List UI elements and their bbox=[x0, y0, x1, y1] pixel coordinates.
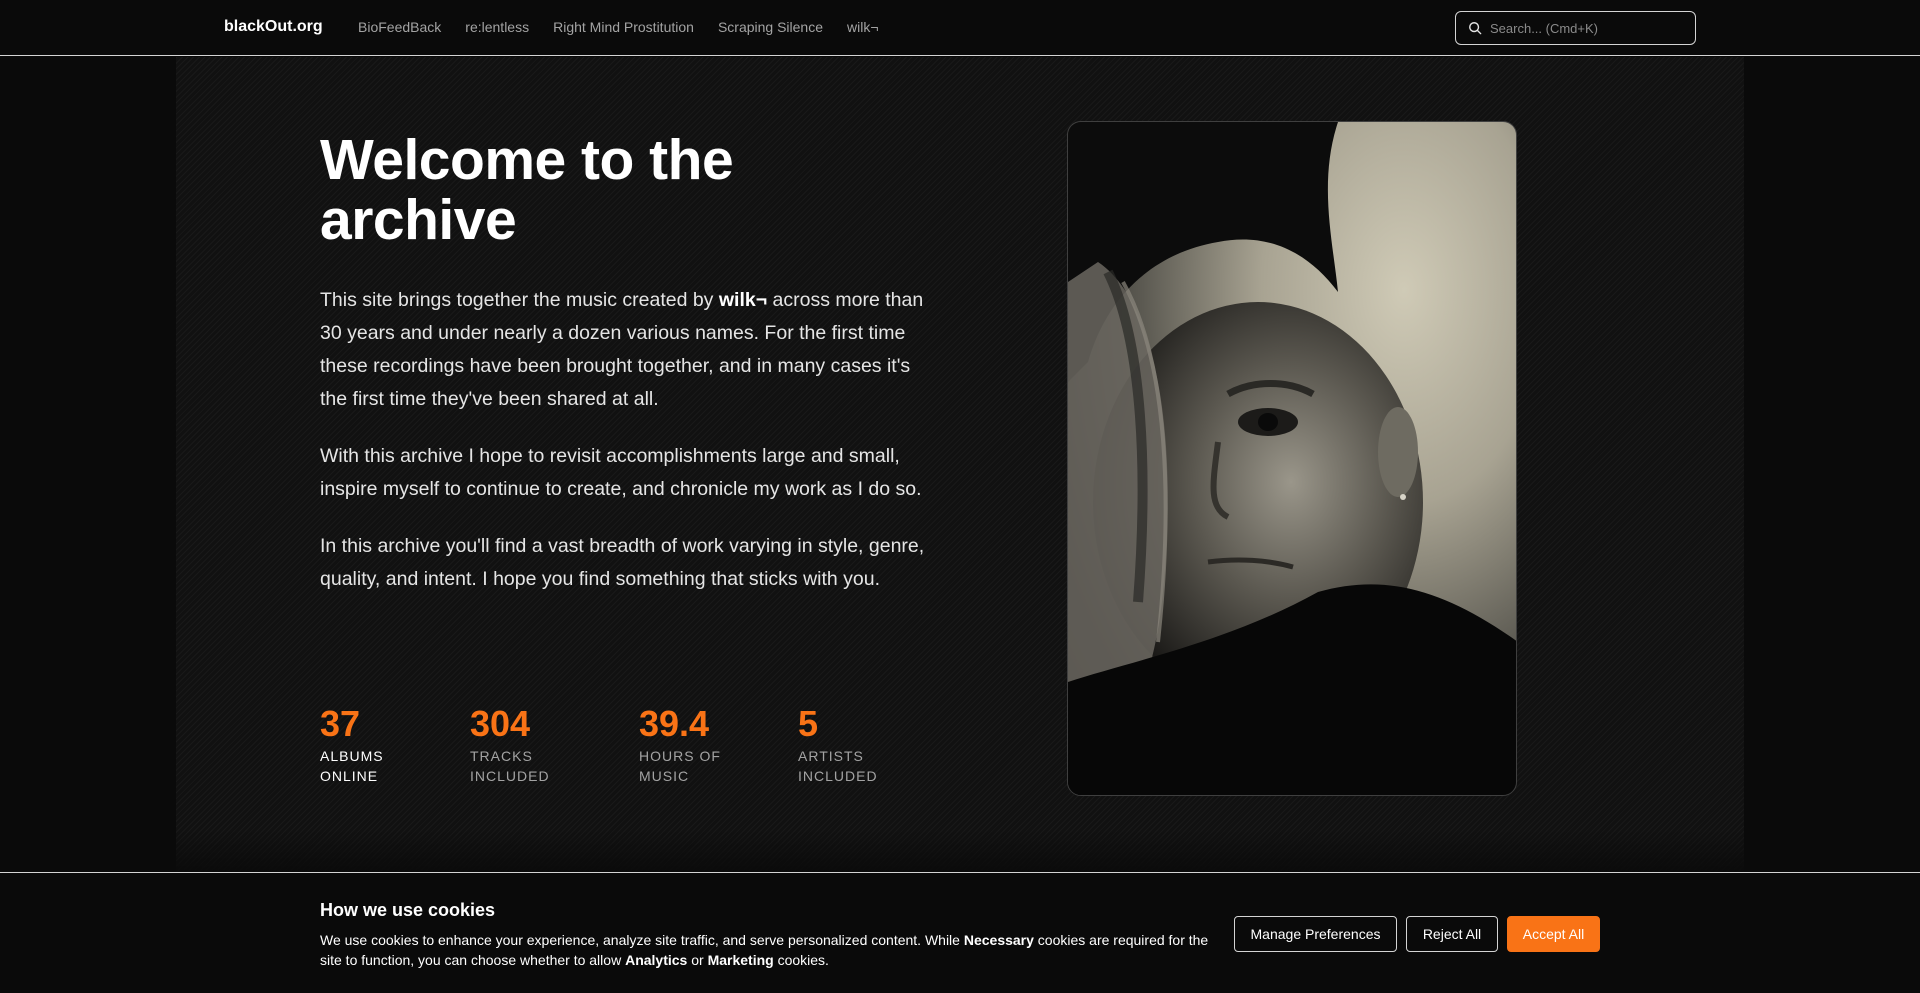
stat-hours: 39.4 HOURS OF MUSIC bbox=[639, 702, 798, 786]
search-icon bbox=[1469, 22, 1482, 35]
cookie-banner: How we use cookies We use cookies to enh… bbox=[0, 872, 1920, 993]
nav-links: BioFeedBack re:lentless Right Mind Prost… bbox=[358, 19, 879, 35]
stat-label: ARTISTS INCLUDED bbox=[798, 748, 878, 784]
search-input[interactable] bbox=[1490, 20, 1680, 36]
intro-paragraph-2: With this archive I hope to revisit acco… bbox=[320, 445, 922, 500]
search-box[interactable] bbox=[1455, 11, 1696, 45]
nav-link-biofeedback[interactable]: BioFeedBack bbox=[358, 19, 441, 35]
stat-label: ALBUMS ONLINE bbox=[320, 748, 384, 784]
stat-value: 39.4 bbox=[639, 703, 710, 744]
stat-tracks: 304 TRACKS INCLUDED bbox=[470, 702, 639, 786]
stats-row: 37 ALBUMS ONLINE 304 TRACKS INCLUDED 39.… bbox=[320, 702, 948, 786]
stat-albums: 37 ALBUMS ONLINE bbox=[320, 702, 470, 786]
stat-value: 304 bbox=[470, 703, 531, 744]
artist-name: wilk¬ bbox=[718, 289, 768, 311]
cookie-description: We use cookies to enhance your experienc… bbox=[320, 932, 1209, 968]
brand-logo-link[interactable]: blackOut.org bbox=[224, 18, 323, 36]
artist-portrait-image bbox=[1067, 121, 1517, 796]
intro-text: This site brings together the music crea… bbox=[320, 284, 930, 620]
accept-all-button[interactable]: Accept All bbox=[1507, 916, 1600, 952]
intro-paragraph-3: In this archive you'll find a vast bread… bbox=[320, 535, 925, 590]
nav-link-scraping-silence[interactable]: Scraping Silence bbox=[718, 19, 823, 35]
stat-value: 37 bbox=[320, 703, 361, 744]
top-navbar: blackOut.org BioFeedBack re:lentless Rig… bbox=[0, 0, 1920, 56]
stat-artists: 5 ARTISTS INCLUDED bbox=[798, 702, 948, 786]
portrait-illustration bbox=[1068, 122, 1516, 795]
intro-paragraph-1: This site brings together the music crea… bbox=[320, 289, 924, 410]
nav-link-relentless[interactable]: re:lentless bbox=[465, 19, 529, 35]
stat-label: HOURS OF MUSIC bbox=[639, 748, 721, 784]
page-title: Welcome to the archive bbox=[320, 128, 734, 252]
stat-label: TRACKS INCLUDED bbox=[470, 748, 550, 784]
cookie-title: How we use cookies bbox=[320, 900, 496, 920]
hero-bottom-fade bbox=[176, 830, 1744, 875]
nav-link-wilk[interactable]: wilk¬ bbox=[847, 19, 879, 35]
reject-all-button[interactable]: Reject All bbox=[1406, 916, 1498, 952]
manage-preferences-button[interactable]: Manage Preferences bbox=[1234, 916, 1397, 952]
stat-value: 5 bbox=[798, 703, 819, 744]
nav-link-right-mind-prostitution[interactable]: Right Mind Prostitution bbox=[553, 19, 694, 35]
